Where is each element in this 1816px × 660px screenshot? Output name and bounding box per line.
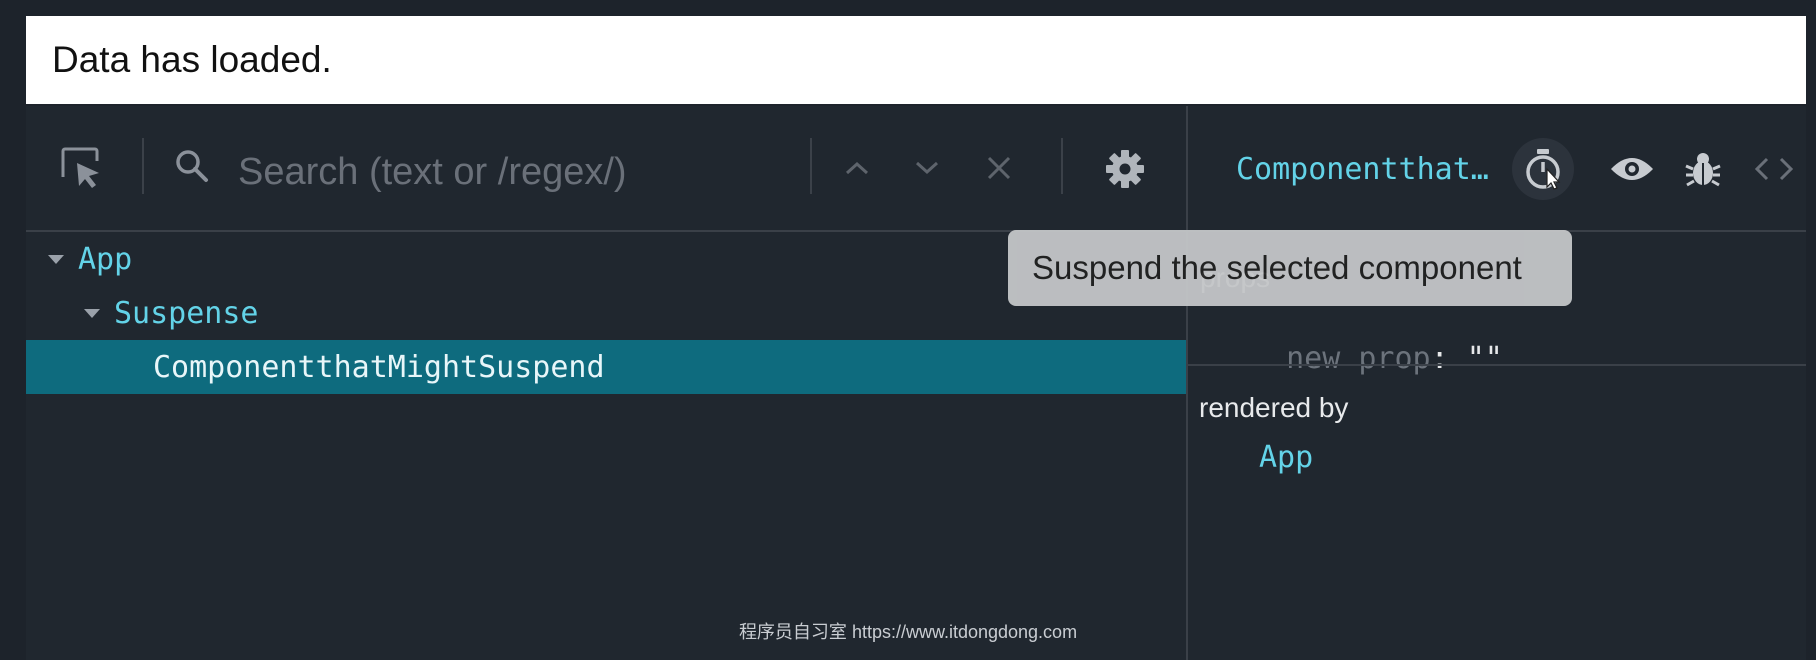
gear-icon[interactable] — [1102, 146, 1148, 192]
tooltip-text: Suspend the selected component — [1032, 249, 1522, 286]
tree-item-label: ComponentthatMightSuspend — [153, 349, 605, 385]
tree-toolbar — [26, 106, 1186, 232]
prop-colon: : — [1430, 341, 1467, 376]
caret-down-icon[interactable] — [84, 308, 100, 318]
toolbar-divider — [810, 138, 812, 194]
search-input[interactable] — [236, 146, 810, 198]
inspector-pane: Componentthat… — [1188, 106, 1806, 660]
watermark-text: 程序员自习室 https://www.itdongdong.com — [738, 622, 1078, 642]
selected-component-title: Componentthat… — [1236, 152, 1489, 187]
suspend-tooltip: Suspend the selected component — [1008, 230, 1572, 306]
component-tree-pane: App Suspense ComponentthatMightSuspend — [26, 106, 1188, 660]
chevron-down-icon[interactable] — [908, 150, 946, 186]
status-banner: Data has loaded. — [26, 16, 1806, 104]
tree-item-componentthatmightsuspend[interactable]: ComponentthatMightSuspend — [26, 340, 1186, 394]
banner-text: Data has loaded. — [52, 39, 332, 80]
chevron-up-icon[interactable] — [838, 150, 876, 186]
toolbar-divider — [142, 138, 144, 194]
tree-item-label: Suspense — [114, 295, 259, 331]
inspector-toolbar: Componentthat… — [1188, 106, 1806, 232]
bug-icon[interactable] — [1680, 146, 1726, 192]
close-icon[interactable] — [980, 150, 1018, 186]
eye-icon[interactable] — [1608, 148, 1656, 190]
devtools-panel: App Suspense ComponentthatMightSuspend C… — [26, 106, 1806, 660]
section-divider — [1188, 364, 1806, 366]
search-icon — [172, 146, 212, 186]
prop-value[interactable]: "" — [1467, 341, 1503, 376]
stopwatch-icon[interactable] — [1512, 138, 1574, 200]
tree-item-label: App — [78, 241, 133, 277]
rendered-by-label: rendered by — [1199, 392, 1349, 423]
prop-name[interactable]: new prop — [1286, 341, 1431, 376]
toolbar-divider — [1061, 138, 1063, 194]
rendered-by-owner[interactable]: App — [1259, 440, 1313, 475]
caret-down-icon[interactable] — [48, 254, 64, 264]
select-element-icon[interactable] — [56, 142, 108, 194]
code-icon[interactable] — [1750, 148, 1798, 190]
